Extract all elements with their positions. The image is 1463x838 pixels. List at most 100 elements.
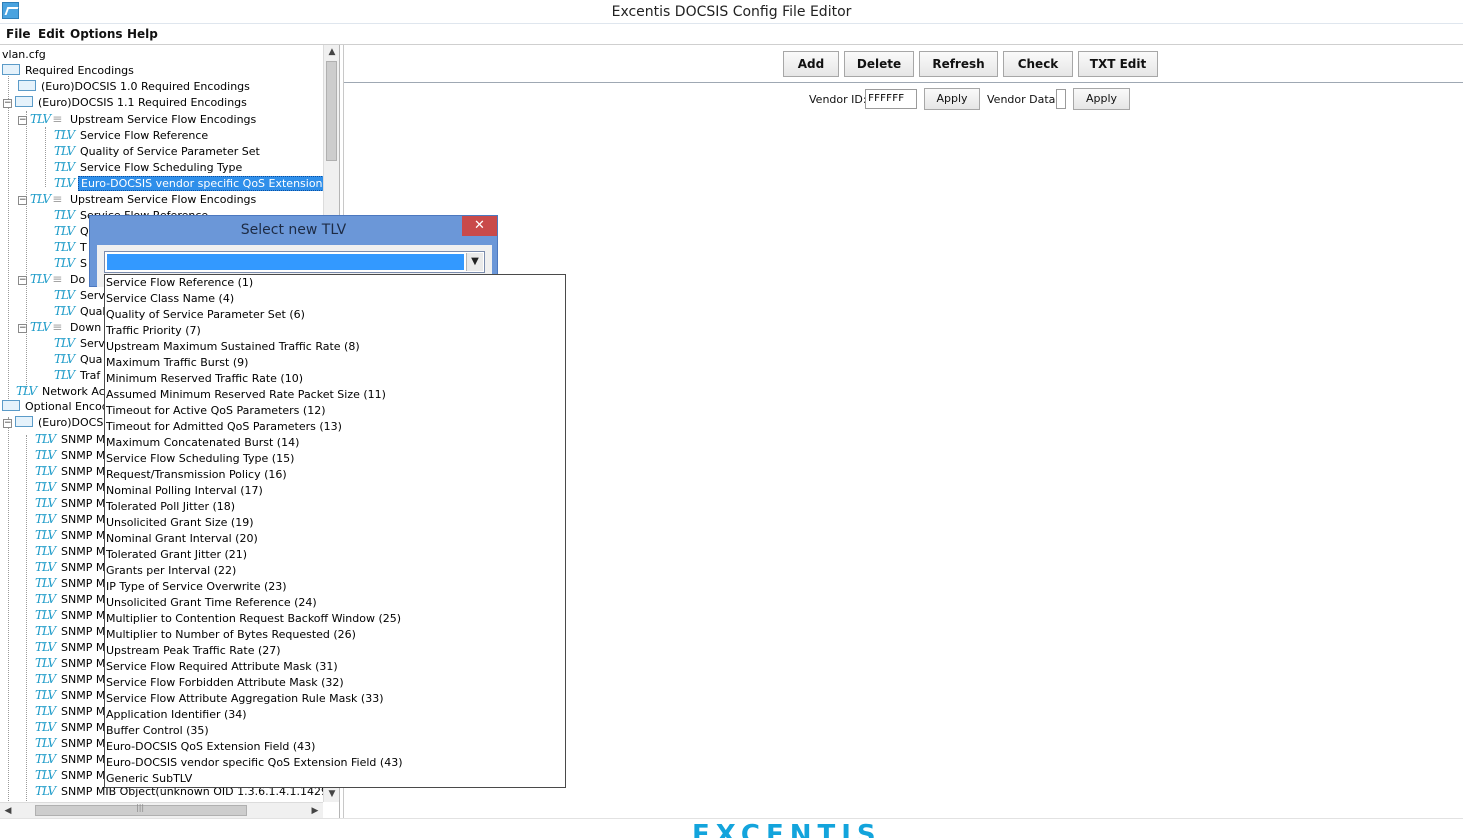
chevron-down-icon[interactable]: ▼ — [466, 253, 483, 271]
tree-item[interactable]: TLV Q — [54, 223, 91, 239]
dropdown-option[interactable]: Request/Transmission Policy (16) — [106, 467, 287, 483]
refresh-button[interactable]: Refresh — [919, 51, 998, 77]
dropdown-option[interactable]: IP Type of Service Overwrite (23) — [106, 579, 287, 595]
collapse-icon[interactable]: − — [3, 99, 12, 108]
dropdown-option[interactable]: Tolerated Poll Jitter (18) — [106, 499, 235, 515]
tree-snmp-item[interactable]: TLV SNMP M — [35, 495, 107, 511]
tree-snmp-item[interactable]: TLV SNMP M — [35, 559, 107, 575]
tree-snmp-item[interactable]: TLV SNMP M — [35, 671, 107, 687]
tree-root[interactable]: vlan.cfg — [0, 47, 48, 63]
dropdown-option[interactable]: Euro-DOCSIS QoS Extension Field (43) — [106, 739, 315, 755]
tree-ds-flow-2[interactable]: −TLVDown — [18, 319, 103, 335]
dropdown-option[interactable]: Upstream Peak Traffic Rate (27) — [106, 643, 281, 659]
tree-item[interactable]: TLV T — [54, 239, 89, 255]
dropdown-option[interactable]: Maximum Traffic Burst (9) — [106, 355, 248, 371]
tree-snmp-item[interactable]: TLV SNMP M — [35, 591, 107, 607]
dropdown-option[interactable]: Maximum Concatenated Burst (14) — [106, 435, 299, 451]
tree-network-access[interactable]: TLV Network Acc — [16, 383, 113, 399]
tree-item[interactable]: TLV S — [54, 255, 89, 271]
scroll-up-icon[interactable]: ▲ — [324, 45, 340, 60]
tree-optional-encodings[interactable]: Optional Encodin — [2, 399, 121, 415]
collapse-icon[interactable]: − — [18, 324, 27, 333]
tree-snmp-item[interactable]: TLV SNMP M — [35, 607, 107, 623]
delete-button[interactable]: Delete — [844, 51, 914, 77]
dropdown-option[interactable]: Traffic Priority (7) — [106, 323, 201, 339]
tree-item[interactable]: TLV Traf — [54, 367, 102, 383]
vendor-id-apply-button[interactable]: Apply — [924, 88, 980, 110]
dropdown-option[interactable]: Generic SubTLV — [106, 771, 192, 787]
tree-snmp-item[interactable]: TLV SNMP M — [35, 687, 107, 703]
dropdown-option[interactable]: Service Flow Required Attribute Mask (31… — [106, 659, 338, 675]
tree-required-encodings[interactable]: Required Encodings — [2, 63, 136, 79]
tree-snmp-item[interactable]: TLV SNMP M — [35, 431, 107, 447]
tree-snmp-item[interactable]: TLV SNMP M — [35, 639, 107, 655]
dropdown-option[interactable]: Upstream Maximum Sustained Traffic Rate … — [106, 339, 360, 355]
tree-item[interactable]: TLV Qual — [54, 303, 107, 319]
tree-item[interactable]: TLV Service Flow Scheduling Type — [54, 159, 244, 175]
dropdown-option[interactable]: Assumed Minimum Reserved Rate Packet Siz… — [106, 387, 386, 403]
tree-snmp-item[interactable]: TLV SNMP M — [35, 543, 107, 559]
scroll-down-icon[interactable]: ▼ — [324, 787, 340, 802]
vendor-id-field[interactable]: FFFFFF — [865, 89, 917, 109]
dropdown-option[interactable]: Nominal Polling Interval (17) — [106, 483, 263, 499]
menu-file[interactable]: File — [6, 27, 31, 41]
scroll-right-icon[interactable]: ▶ — [307, 803, 323, 819]
dropdown-option[interactable]: Buffer Control (35) — [106, 723, 209, 739]
tree-item[interactable]: TLVService Flow Reference — [54, 127, 210, 143]
scroll-thumb[interactable] — [35, 803, 247, 816]
dropdown-option[interactable]: Unsolicited Grant Size (19) — [106, 515, 254, 531]
tree-snmp-item[interactable]: TLV SNMP M — [35, 447, 107, 463]
tree-ds-flow-1[interactable]: −TLVDo — [18, 271, 87, 287]
dropdown-option[interactable]: Nominal Grant Interval (20) — [106, 531, 258, 547]
dropdown-option[interactable]: Unsolicited Grant Time Reference (24) — [106, 595, 317, 611]
tree-snmp-item[interactable]: TLV SNMP M — [35, 655, 107, 671]
dropdown-option[interactable]: Service Flow Reference (1) — [106, 275, 253, 291]
collapse-icon[interactable]: − — [3, 419, 12, 428]
dropdown-option[interactable]: Multiplier to Contention Request Backoff… — [106, 611, 401, 627]
tree-snmp-item[interactable]: TLV SNMP M — [35, 719, 107, 735]
tree-snmp-item[interactable]: TLV SNMP M — [35, 751, 107, 767]
tree-item[interactable]: TLV Qua — [54, 351, 104, 367]
tlv-dropdown-list[interactable]: Service Flow Reference (1) Service Class… — [104, 274, 566, 788]
collapse-icon[interactable]: − — [18, 276, 27, 285]
vendor-data-field[interactable] — [1056, 89, 1066, 109]
tree-snmp-item[interactable]: TLV SNMP M — [35, 703, 107, 719]
dropdown-option[interactable]: Service Flow Forbidden Attribute Mask (3… — [106, 675, 344, 691]
menu-options[interactable]: Options — [70, 27, 123, 41]
close-icon[interactable]: ✕ — [462, 216, 497, 236]
tree-snmp-item[interactable]: TLV SNMP M — [35, 575, 107, 591]
dropdown-option[interactable]: Service Class Name (4) — [106, 291, 234, 307]
collapse-icon[interactable]: − — [18, 196, 27, 205]
collapse-icon[interactable]: − — [18, 116, 27, 125]
tree-snmp-item[interactable]: TLV SNMP M — [35, 511, 107, 527]
tree-euro-docsis[interactable]: − (Euro)DOCSI — [3, 415, 109, 431]
menu-help[interactable]: Help — [127, 27, 158, 41]
tree-item[interactable]: TLV Serv — [54, 335, 107, 351]
tree-item[interactable]: TLV Quality of Service Parameter Set — [54, 143, 262, 159]
dropdown-option[interactable]: Timeout for Active QoS Parameters (12) — [106, 403, 325, 419]
dropdown-option[interactable]: Minimum Reserved Traffic Rate (10) — [106, 371, 303, 387]
menu-edit[interactable]: Edit — [38, 27, 65, 41]
tree-horizontal-scrollbar[interactable]: ◀ ▶ — [0, 802, 323, 818]
tree-snmp-item[interactable]: TLV SNMP M — [35, 479, 107, 495]
tree-snmp-item[interactable]: TLV SNMP M — [35, 463, 107, 479]
scroll-thumb[interactable] — [326, 61, 337, 161]
dropdown-option[interactable]: Service Flow Scheduling Type (15) — [106, 451, 294, 467]
dropdown-option[interactable]: Timeout for Admitted QoS Parameters (13) — [106, 419, 342, 435]
tree-docsis11[interactable]: − (Euro)DOCSIS 1.1 Required Encodings — [3, 95, 249, 111]
check-button[interactable]: Check — [1003, 51, 1073, 77]
tree-us-flow-2[interactable]: −TLVUpstream Service Flow Encodings — [18, 191, 258, 207]
dropdown-option[interactable]: Multiplier to Number of Bytes Requested … — [106, 627, 356, 643]
dropdown-option[interactable]: Tolerated Grant Jitter (21) — [106, 547, 247, 563]
dropdown-option[interactable]: Service Flow Attribute Aggregation Rule … — [106, 691, 384, 707]
tree-item-selected[interactable]: TLV Euro-DOCSIS vendor specific QoS Exten… — [54, 175, 339, 191]
tlv-select[interactable]: ▼ — [104, 251, 485, 273]
scroll-left-icon[interactable]: ◀ — [0, 803, 16, 819]
tree-docsis10[interactable]: (Euro)DOCSIS 1.0 Required Encodings — [18, 79, 252, 95]
tree-snmp-item[interactable]: TLV SNMP M — [35, 527, 107, 543]
dropdown-option[interactable]: Euro-DOCSIS vendor specific QoS Extensio… — [106, 755, 403, 771]
tree-snmp-item[interactable]: TLV SNMP M — [35, 767, 107, 783]
tree-snmp-item[interactable]: TLV SNMP M — [35, 735, 107, 751]
txt-edit-button[interactable]: TXT Edit — [1078, 51, 1158, 77]
dropdown-option[interactable]: Grants per Interval (22) — [106, 563, 236, 579]
